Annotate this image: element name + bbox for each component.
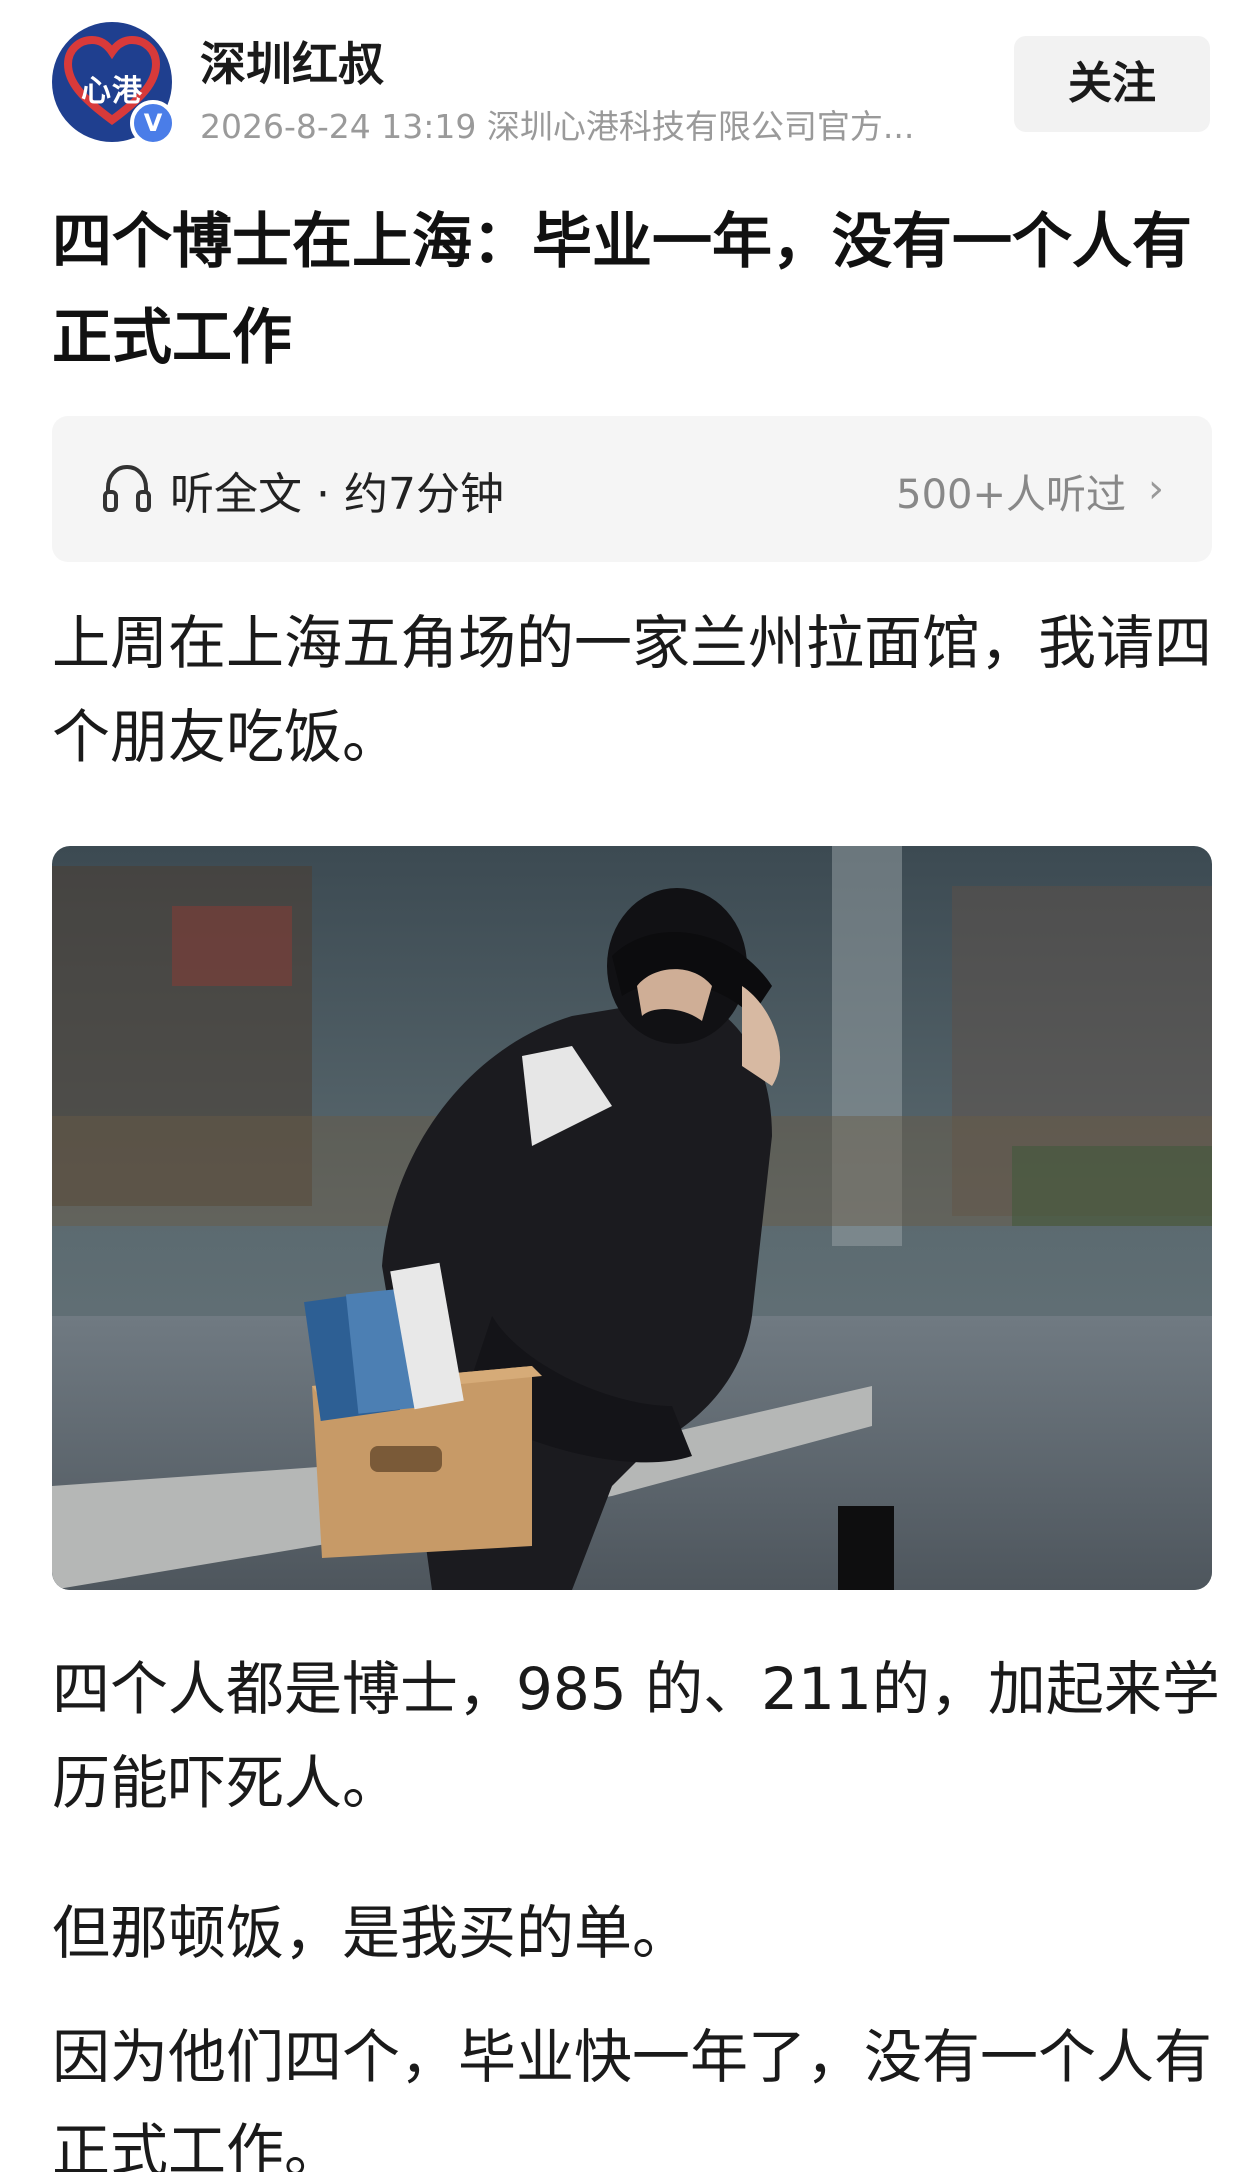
listen-label: 听全文 · 约7分钟 [170, 469, 504, 520]
photo-man-sitting-with-box [52, 846, 1212, 1590]
follow-button[interactable]: 关注 [1014, 36, 1210, 132]
paragraph: 上周在上海五角场的一家兰州拉面馆，我请四个朋友吃饭。 [52, 609, 1213, 771]
paragraph: 因为他们四个，毕业快一年了，没有一个人有正式工作。 [52, 2023, 1213, 2172]
verified-badge-icon: V [130, 100, 176, 146]
headphones-icon [103, 464, 151, 512]
listen-count: 500+人听过 [896, 472, 1126, 518]
paragraph: 但那顿饭，是我买的单。 [52, 1899, 691, 1967]
chevron-right-icon: › [1148, 466, 1164, 512]
author-name[interactable]: 深圳红叔 [200, 28, 384, 94]
paragraph: 四个人都是博士，985 的、211的，加起来学历能吓死人。 [52, 1655, 1220, 1817]
article-image[interactable] [52, 846, 1212, 1590]
post-header: 心港 V 深圳红叔 2026-8-24 13:19 深圳心港科技有限公司官方..… [52, 22, 1212, 146]
listen-full-text-bar[interactable]: 听全文 · 约7分钟 500+人听过 › [52, 416, 1212, 562]
article-title: 四个博士在上海：毕业一年，没有一个人有正式工作 [52, 207, 1192, 373]
post-meta: 2026-8-24 13:19 深圳心港科技有限公司官方... [200, 107, 915, 146]
